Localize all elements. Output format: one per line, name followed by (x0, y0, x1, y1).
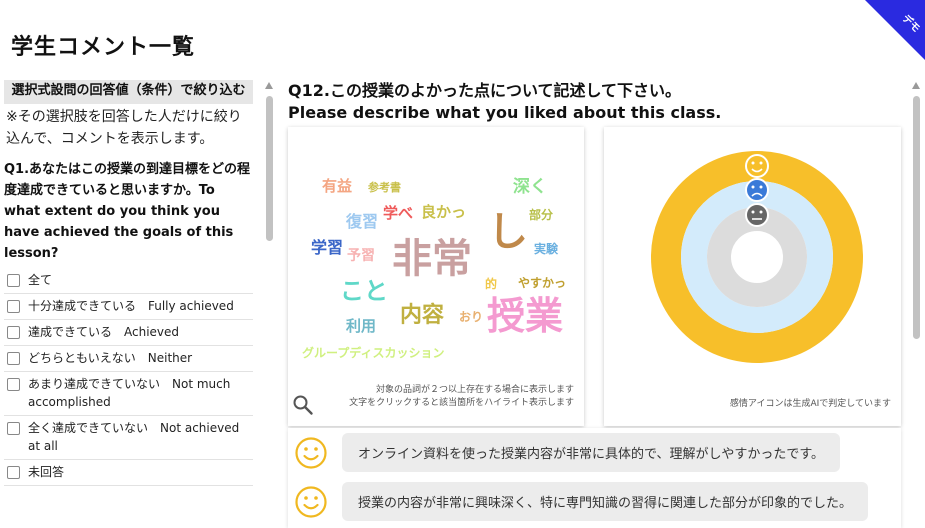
wordcloud-word[interactable]: 学べ (383, 206, 413, 221)
checkbox[interactable] (7, 422, 20, 435)
wordcloud-word[interactable]: 非常 (392, 239, 472, 279)
wordcloud-word[interactable]: 予習 (347, 249, 375, 263)
scroll-up-arrow[interactable] (912, 82, 920, 89)
option-no-answer[interactable]: 未回答 (4, 460, 253, 486)
wordcloud-word[interactable]: 部分 (529, 209, 553, 221)
question-title: Q12.この授業のよかった点について記述して下さい。 Please descri… (288, 80, 721, 124)
wordcloud-word[interactable]: し (488, 212, 528, 252)
wordcloud-word[interactable]: グループディスカッション (302, 347, 444, 359)
wordcloud-word[interactable]: 良かっ (421, 205, 466, 220)
smiley-face-icon (295, 485, 327, 518)
positive-face-icon (745, 154, 769, 178)
wordcloud-word[interactable]: 授業 (487, 297, 563, 335)
demo-ribbon: デモ (865, 0, 925, 60)
wordcloud-word[interactable]: 実験 (534, 243, 558, 255)
scroll-up-arrow[interactable] (265, 82, 273, 89)
checkbox[interactable] (7, 466, 20, 479)
sentiment-card: 感情アイコンは生成AIで判定しています (604, 127, 901, 426)
option-not-much[interactable]: あまり達成できていない Not much accomplished (4, 372, 253, 416)
filter-header: 選択式設問の回答値（条件）で絞り込む (4, 80, 253, 104)
neutral-face-icon (745, 203, 769, 227)
wordcloud-word[interactable]: 学習 (311, 240, 343, 256)
wordcloud-word[interactable]: おり (459, 311, 483, 323)
search-icon[interactable] (292, 394, 314, 416)
option-all[interactable]: 全て (4, 268, 253, 294)
wordcloud-word[interactable]: こと (340, 279, 388, 303)
main-scrollbar[interactable] (910, 80, 922, 528)
question-en: Please describe what you liked about thi… (288, 103, 722, 122)
wordcloud-word[interactable]: 深く (513, 179, 547, 196)
comment-row: オンライン資料を使った授業内容が非常に具体的で、理解がしやすかったです。 (288, 433, 841, 472)
wordcloud-word[interactable]: 的 (485, 278, 497, 290)
wordcloud-word[interactable]: やすかっ (518, 277, 566, 289)
wordcloud-word[interactable]: 参考書 (368, 182, 401, 193)
option-not-at-all[interactable]: 全く達成できていない Not achieved at all (4, 416, 253, 460)
option-achieved[interactable]: 達成できている Achieved (4, 320, 253, 346)
wordcloud-word[interactable]: 利用 (346, 319, 376, 334)
negative-face-icon (745, 178, 769, 202)
wordcloud-footnote: 対象の品詞が２つ以上存在する場合に表示します 文字をクリックすると該当箇所をハイ… (349, 385, 574, 408)
checkbox[interactable] (7, 352, 20, 365)
comment-row: 授業の内容が非常に興味深く、特に専門知識の習得に関連した部分が印象的でした。 (288, 482, 869, 521)
filter-note: ※その選択肢を回答した人だけに絞り込んで、コメントを表示します。 (6, 109, 242, 147)
checkbox[interactable] (7, 300, 20, 313)
checkbox[interactable] (7, 326, 20, 339)
option-fully-achieved[interactable]: 十分達成できている Fully achieved (4, 294, 253, 320)
checkbox[interactable] (7, 378, 20, 391)
wordcloud-word[interactable]: 有益 (322, 179, 352, 194)
ring-neutral (707, 207, 807, 307)
wordcloud-word[interactable]: 内容 (400, 305, 444, 327)
sentiment-footnote: 感情アイコンは生成AIで判定しています (729, 399, 891, 409)
filter-panel: 選択式設問の回答値（条件）で絞り込む ※その選択肢を回答した人だけに絞り込んで、… (4, 80, 253, 528)
scroll-thumb[interactable] (266, 96, 273, 241)
comment-text: オンライン資料を使った授業内容が非常に具体的で、理解がしやすかったです。 (342, 433, 841, 472)
question-ja: Q12.この授業のよかった点について記述して下さい。 (288, 81, 681, 100)
wordcloud-word[interactable]: 復習 (346, 214, 378, 230)
filter-scrollbar[interactable] (264, 80, 274, 528)
comment-text: 授業の内容が非常に興味深く、特に専門知識の習得に関連した部分が印象的でした。 (342, 482, 869, 521)
sentiment-donut (651, 151, 863, 363)
comment-list: オンライン資料を使った授業内容が非常に具体的で、理解がしやすかったです。 授業の… (288, 428, 901, 528)
filter-question: Q1.あなたはこの授業の到達目標をどの程度達成できていると思いますか。To wh… (4, 162, 251, 261)
wordcloud-card: 有益 参考書 深く復習 学べ 良かっ 部分し学習 予習 非常 実験こと 的 やすかっ利用 内容 おり 授業… (288, 127, 584, 426)
page-title: 学生コメント一覧 (11, 35, 196, 60)
checkbox[interactable] (7, 274, 20, 287)
scroll-thumb[interactable] (913, 96, 920, 339)
smiley-face-icon (295, 436, 327, 469)
option-neither[interactable]: どちらともいえない Neither (4, 346, 253, 372)
